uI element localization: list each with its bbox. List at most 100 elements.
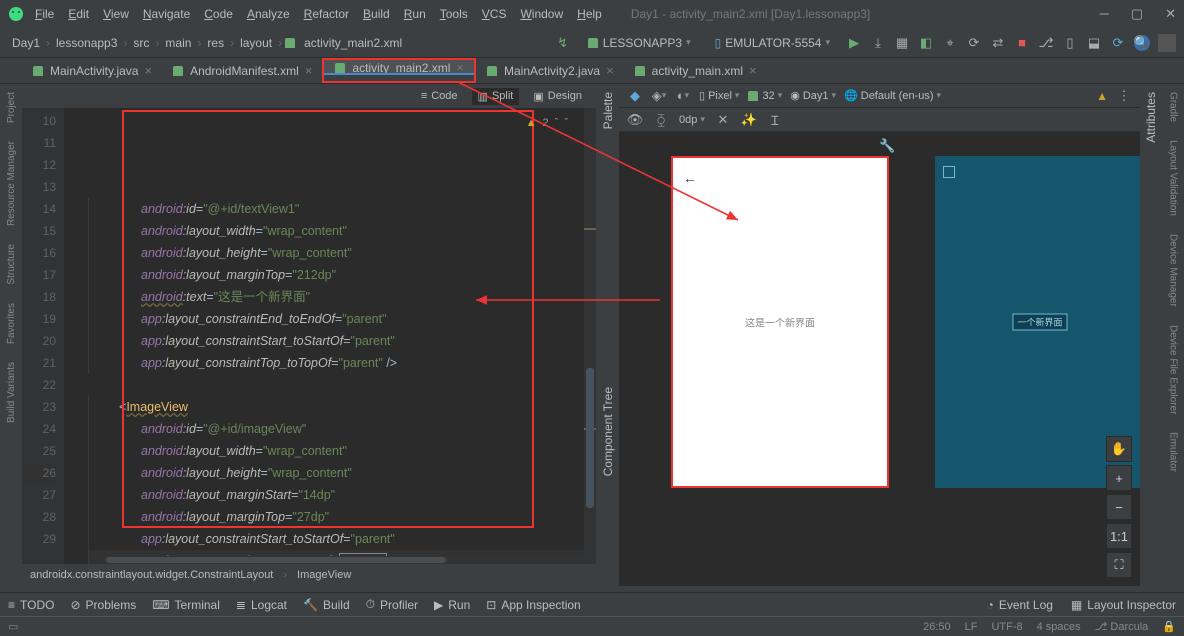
menu-analyze[interactable]: Analyze	[240, 4, 297, 24]
device-picker[interactable]: ▯ Pixel ▾	[699, 89, 739, 102]
line-ending[interactable]: LF	[965, 621, 978, 633]
infer-icon[interactable]: ✨	[741, 112, 757, 128]
search-icon[interactable]: 🔍	[1134, 35, 1150, 51]
toolwin-build[interactable]: 🔨 Build	[303, 598, 350, 612]
design-canvas[interactable]: 🔧 🔧 ← 这是一个新界面 一个新界面 ✋ + − 1:1 ⛶	[619, 132, 1140, 586]
line-gutter[interactable]: 1011121314151617181920212223242526272829	[22, 108, 64, 564]
menu-code[interactable]: Code	[197, 4, 240, 24]
design-more-icon[interactable]: ⋮	[1116, 88, 1132, 104]
horizontal-scrollbar[interactable]	[106, 556, 584, 564]
device-combo[interactable]: ▯EMULATOR-5554▾	[707, 34, 838, 52]
toolwin-problems[interactable]: ⊘ Problems	[70, 598, 136, 612]
profile-icon[interactable]: ◧	[918, 35, 934, 51]
magnet-icon[interactable]: ⧲	[653, 112, 669, 128]
filetab[interactable]: MainActivity2.java×	[476, 58, 624, 83]
avatar[interactable]	[1158, 34, 1176, 52]
apply-icon[interactable]: ⟳	[966, 35, 982, 51]
chevron-down-icon[interactable]: ˇ	[564, 112, 568, 134]
stop-icon[interactable]: ■	[1014, 35, 1030, 51]
tool-structure[interactable]: Structure	[6, 240, 17, 289]
toolwin-event-log[interactable]: ◔ Event Log	[987, 598, 1053, 612]
pan-button[interactable]: ✋	[1106, 436, 1132, 462]
night-icon[interactable]: ◐▾	[675, 88, 691, 104]
zoom-out-button[interactable]: −	[1106, 494, 1132, 520]
toolwin-terminal[interactable]: ⌨ Terminal	[152, 598, 220, 612]
tool-gradle[interactable]: Gradle	[1168, 88, 1179, 126]
encoding[interactable]: UTF-8	[991, 621, 1022, 633]
vertical-scrollbar[interactable]	[584, 108, 596, 564]
tool-favorites[interactable]: Favorites	[6, 299, 17, 348]
coverage-icon[interactable]: ▦	[894, 35, 910, 51]
toolwin-profiler[interactable]: ⏱ Profiler	[366, 597, 418, 612]
close-tab-icon[interactable]: ×	[456, 60, 464, 75]
menu-edit[interactable]: Edit	[61, 4, 96, 24]
inspection-badge[interactable]: ▲ 2 ˆ ˇ	[526, 112, 568, 134]
margin-picker[interactable]: 0dp▾	[679, 114, 705, 126]
orientation-icon[interactable]: ◈▾	[651, 88, 667, 104]
tool-emulator[interactable]: Emulator	[1168, 428, 1179, 476]
menu-tools[interactable]: Tools	[433, 4, 475, 24]
clear-icon[interactable]: ✕	[715, 112, 731, 128]
menu-run[interactable]: Run	[397, 4, 433, 24]
tab-split[interactable]: ▥ Split	[472, 88, 520, 105]
tool-resource-manager[interactable]: Resource Manager	[6, 137, 17, 230]
avd-icon[interactable]: ▯	[1062, 35, 1078, 51]
locale-picker[interactable]: 🌐 Default (en-us) ▾	[844, 89, 941, 102]
theme-picker[interactable]: ◉ Day1 ▾	[790, 89, 836, 102]
eye-icon[interactable]: 👁	[627, 112, 643, 128]
close-tab-icon[interactable]: ×	[305, 63, 313, 78]
tool-device-manager[interactable]: Device Manager	[1168, 230, 1179, 311]
menu-navigate[interactable]: Navigate	[136, 4, 197, 24]
filetab[interactable]: AndroidManifest.xml×	[162, 58, 322, 83]
close-icon[interactable]: ✕	[1165, 6, 1176, 22]
menu-vcs[interactable]: VCS	[475, 4, 514, 24]
indent[interactable]: 4 spaces	[1037, 621, 1081, 633]
surface-icon[interactable]: ◆	[627, 88, 643, 104]
guideline-icon[interactable]: Ɪ	[767, 112, 783, 128]
close-tab-icon[interactable]: ×	[144, 63, 152, 78]
menu-refactor[interactable]: Refactor	[297, 4, 356, 24]
zoom-in-button[interactable]: +	[1106, 465, 1132, 491]
apply2-icon[interactable]: ⇄	[990, 35, 1006, 51]
attributes-tab[interactable]: Attributes	[1144, 88, 1158, 147]
filetab[interactable]: MainActivity.java×	[22, 58, 162, 83]
tool-build-variants[interactable]: Build Variants	[6, 358, 17, 427]
attributes-strip[interactable]: Attributes	[1140, 84, 1162, 586]
hammer-icon[interactable]: ↯	[555, 35, 571, 51]
run-icon[interactable]: ▶	[846, 35, 862, 51]
filetab[interactable]: activity_main.xml×	[624, 58, 767, 83]
zoom-fit-button[interactable]: 1:1	[1106, 523, 1132, 549]
palette-strip[interactable]: Palette Component Tree	[597, 84, 619, 586]
tool-device-file-explorer[interactable]: Device File Explorer	[1168, 321, 1179, 418]
menu-window[interactable]: Window	[513, 4, 570, 24]
vcs-icon[interactable]: ⎇	[1038, 35, 1054, 51]
minimize-icon[interactable]: ─	[1100, 6, 1109, 22]
close-tab-icon[interactable]: ×	[749, 63, 757, 78]
zoom-full-button[interactable]: ⛶	[1106, 552, 1132, 578]
menu-file[interactable]: File	[28, 4, 61, 24]
menu-build[interactable]: Build	[356, 4, 397, 24]
menu-view[interactable]: View	[96, 4, 136, 24]
api-picker[interactable]: 32 ▾	[747, 90, 782, 102]
lock-icon[interactable]: 🔒	[1162, 620, 1176, 633]
caret-position[interactable]: 26:50	[923, 621, 951, 633]
sdk-icon[interactable]: ⬓	[1086, 35, 1102, 51]
tab-design[interactable]: ▣ Design	[527, 88, 588, 105]
menu-help[interactable]: Help	[570, 4, 609, 24]
left-tool-strip[interactable]: ProjectResource ManagerStructureFavorite…	[0, 84, 22, 586]
maximize-icon[interactable]: ▢	[1131, 6, 1143, 22]
design-warning-icon[interactable]: ▲	[1096, 89, 1108, 103]
wrench-icon[interactable]: 🔧	[1139, 138, 1140, 154]
toolwin-todo[interactable]: ≡ TODO	[8, 598, 54, 612]
filetab[interactable]: activity_main2.xml×	[324, 60, 474, 75]
breadcrumb[interactable]: Day1›lessonapp3›src›main›res›layout›acti…	[8, 36, 406, 50]
tab-code[interactable]: ≡ Code	[415, 88, 464, 104]
debug-icon[interactable]: ⤓	[870, 35, 886, 51]
attach-icon[interactable]: ⌖	[942, 35, 958, 51]
tool-layout-validation[interactable]: Layout Validation	[1168, 136, 1179, 220]
toolwin-run[interactable]: ▶ Run	[434, 598, 470, 612]
palette-tab[interactable]: Palette	[601, 88, 615, 133]
right-tool-strip[interactable]: Gradle Layout Validation Device Manager Dev…	[1162, 84, 1184, 586]
wrench-icon[interactable]: 🔧	[879, 138, 895, 154]
chevron-up-icon[interactable]: ˆ	[555, 112, 559, 134]
